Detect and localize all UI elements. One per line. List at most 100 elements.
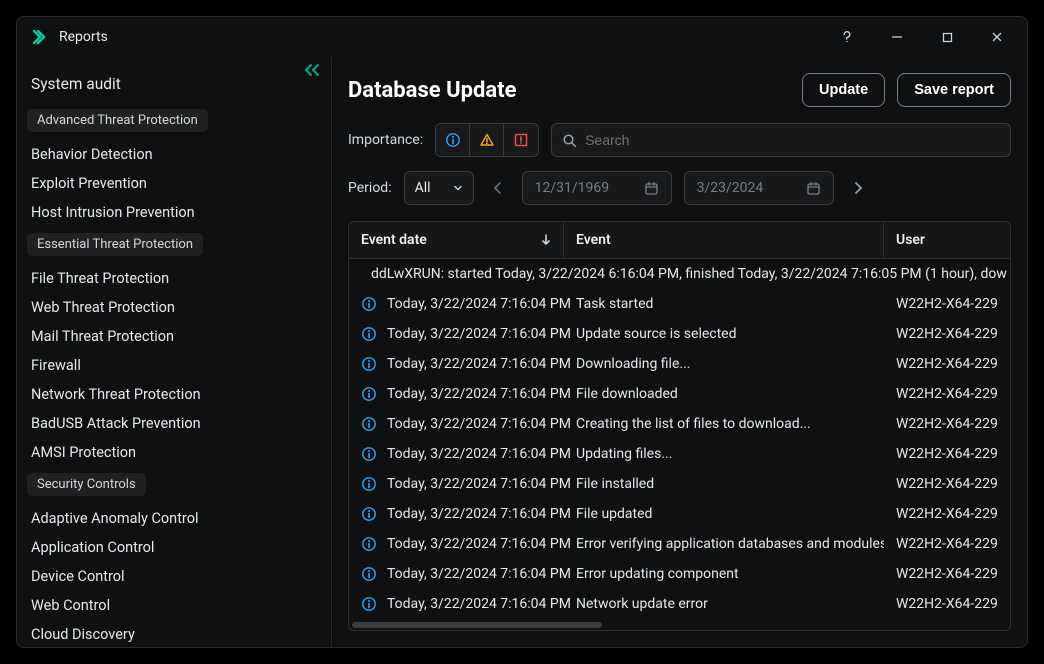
- table-row[interactable]: Today, 3/22/2024 7:16:04 PMError updatin…: [349, 559, 1010, 589]
- sidebar-item[interactable]: Firewall: [27, 351, 321, 380]
- table-row[interactable]: Today, 3/22/2024 7:16:04 PMDownloading f…: [349, 349, 1010, 379]
- app-title: Reports: [59, 29, 108, 45]
- sidebar-item[interactable]: Mail Threat Protection: [27, 322, 321, 351]
- col-header-event-date[interactable]: Event date: [349, 222, 564, 258]
- period-next-button[interactable]: [846, 176, 870, 200]
- table-row[interactable]: Today, 3/22/2024 7:16:04 PMError verifyi…: [349, 529, 1010, 559]
- cell-date: Today, 3/22/2024 7:16:04 PM: [349, 506, 564, 522]
- cell-event: File installed: [564, 476, 884, 492]
- minimize-button[interactable]: [877, 21, 917, 53]
- search-input[interactable]: [585, 132, 1000, 148]
- importance-critical-toggle[interactable]: [504, 124, 538, 156]
- cell-event: Downloading file...: [564, 356, 884, 372]
- cell-date: Today, 3/22/2024 7:16:04 PM: [349, 296, 564, 312]
- cell-event: Update source is selected: [564, 326, 884, 342]
- table-group-label: ddLwXRUN: started Today, 3/22/2024 6:16:…: [371, 266, 1007, 282]
- col-header-label: User: [896, 232, 925, 248]
- table-row[interactable]: Today, 3/22/2024 7:16:04 PMFile download…: [349, 379, 1010, 409]
- col-header-event[interactable]: Event: [564, 222, 884, 258]
- update-button[interactable]: Update: [802, 73, 885, 107]
- cell-event: Updating files...: [564, 446, 884, 462]
- date-from-input[interactable]: 12/31/1969: [522, 171, 672, 205]
- chevron-down-icon: [453, 183, 463, 193]
- event-date-text: Today, 3/22/2024 7:16:04 PM: [387, 596, 571, 612]
- event-date-text: Today, 3/22/2024 7:16:04 PM: [387, 536, 571, 552]
- info-icon: [361, 536, 377, 552]
- cell-user: W22H2-X64-229: [884, 536, 1010, 552]
- table-row[interactable]: Today, 3/22/2024 7:16:04 PMTask startedW…: [349, 289, 1010, 319]
- event-date-text: Today, 3/22/2024 7:16:04 PM: [387, 416, 571, 432]
- table-group-row[interactable]: ddLwXRUN: started Today, 3/22/2024 6:16:…: [349, 259, 1010, 289]
- cell-date: Today, 3/22/2024 7:16:04 PM: [349, 386, 564, 402]
- event-date-text: Today, 3/22/2024 7:16:04 PM: [387, 476, 571, 492]
- info-icon: [361, 506, 377, 522]
- table-row[interactable]: Today, 3/22/2024 7:16:04 PMFile updatedW…: [349, 499, 1010, 529]
- sidebar-item-system-audit[interactable]: System audit: [27, 71, 321, 103]
- sidebar: System audit Advanced Threat Protection B…: [17, 57, 332, 647]
- importance-warning-toggle[interactable]: [470, 124, 504, 156]
- scrollbar-thumb[interactable]: [352, 622, 602, 628]
- table-row[interactable]: Today, 3/22/2024 7:16:04 PMFile installe…: [349, 469, 1010, 499]
- date-to-input[interactable]: 3/23/2024: [684, 171, 834, 205]
- event-date-text: Today, 3/22/2024 7:16:04 PM: [387, 386, 571, 402]
- sidebar-item[interactable]: Behavior Detection: [27, 140, 321, 169]
- sidebar-item[interactable]: Cloud Discovery: [27, 620, 321, 647]
- close-button[interactable]: [977, 21, 1017, 53]
- sidebar-item[interactable]: Network Threat Protection: [27, 380, 321, 409]
- sidebar-item[interactable]: Web Threat Protection: [27, 293, 321, 322]
- info-icon: [361, 476, 377, 492]
- cell-user: W22H2-X64-229: [884, 386, 1010, 402]
- events-table: Event date Event User ddLwXRUN: started …: [348, 221, 1011, 631]
- date-from-value: 12/31/1969: [535, 180, 610, 196]
- cell-event: File updated: [564, 506, 884, 522]
- col-header-user[interactable]: User: [884, 222, 1010, 258]
- table-row[interactable]: Today, 3/22/2024 7:16:04 PMNetwork updat…: [349, 589, 1010, 619]
- calendar-icon: [806, 181, 821, 196]
- importance-info-toggle[interactable]: [436, 124, 470, 156]
- table-row[interactable]: Today, 3/22/2024 7:16:04 PMUpdating file…: [349, 439, 1010, 469]
- period-prev-button[interactable]: [486, 176, 510, 200]
- sidebar-item[interactable]: AMSI Protection: [27, 438, 321, 467]
- sidebar-item[interactable]: BadUSB Attack Prevention: [27, 409, 321, 438]
- cell-event: Error verifying application databases an…: [564, 536, 884, 552]
- cell-event: File downloaded: [564, 386, 884, 402]
- sidebar-item[interactable]: Exploit Prevention: [27, 169, 321, 198]
- help-button[interactable]: [827, 21, 867, 53]
- period-select-value: All: [415, 180, 431, 196]
- importance-toggle-group: [435, 123, 539, 157]
- info-icon: [361, 566, 377, 582]
- sidebar-item[interactable]: Device Control: [27, 562, 321, 591]
- sidebar-group-title: Advanced Threat Protection: [27, 109, 208, 132]
- info-icon: [361, 446, 377, 462]
- importance-label: Importance:: [348, 132, 423, 148]
- horizontal-scrollbar[interactable]: [349, 620, 1010, 630]
- app-logo-icon: [31, 28, 49, 46]
- sidebar-group-title: Security Controls: [27, 473, 146, 496]
- cell-date: Today, 3/22/2024 7:16:04 PM: [349, 356, 564, 372]
- sidebar-item[interactable]: Web Control: [27, 591, 321, 620]
- sidebar-item[interactable]: File Threat Protection: [27, 264, 321, 293]
- cell-user: W22H2-X64-229: [884, 476, 1010, 492]
- cell-user: W22H2-X64-229: [884, 506, 1010, 522]
- info-icon: [361, 596, 377, 612]
- table-row[interactable]: Today, 3/22/2024 7:16:04 PMUpdate source…: [349, 319, 1010, 349]
- chevron-left-icon: [493, 182, 503, 194]
- collapse-sidebar-button[interactable]: [303, 63, 321, 77]
- cell-date: Today, 3/22/2024 7:16:04 PM: [349, 446, 564, 462]
- info-icon: [361, 326, 377, 342]
- sidebar-item[interactable]: Host Intrusion Prevention: [27, 198, 321, 227]
- save-report-button[interactable]: Save report: [897, 73, 1011, 107]
- chevron-right-icon: [853, 182, 863, 194]
- cell-event: Network update error: [564, 596, 884, 612]
- maximize-button[interactable]: [927, 21, 967, 53]
- chevron-double-left-icon: [303, 63, 321, 77]
- table-row[interactable]: Today, 3/22/2024 7:16:04 PMCreating the …: [349, 409, 1010, 439]
- sidebar-item[interactable]: Adaptive Anomaly Control: [27, 504, 321, 533]
- sidebar-item[interactable]: Application Control: [27, 533, 321, 562]
- search-field[interactable]: [551, 123, 1011, 157]
- event-date-text: Today, 3/22/2024 7:16:04 PM: [387, 296, 571, 312]
- cell-user: W22H2-X64-229: [884, 416, 1010, 432]
- sidebar-group-title: Essential Threat Protection: [27, 233, 203, 256]
- info-icon: [361, 296, 377, 312]
- period-select[interactable]: All: [404, 171, 474, 205]
